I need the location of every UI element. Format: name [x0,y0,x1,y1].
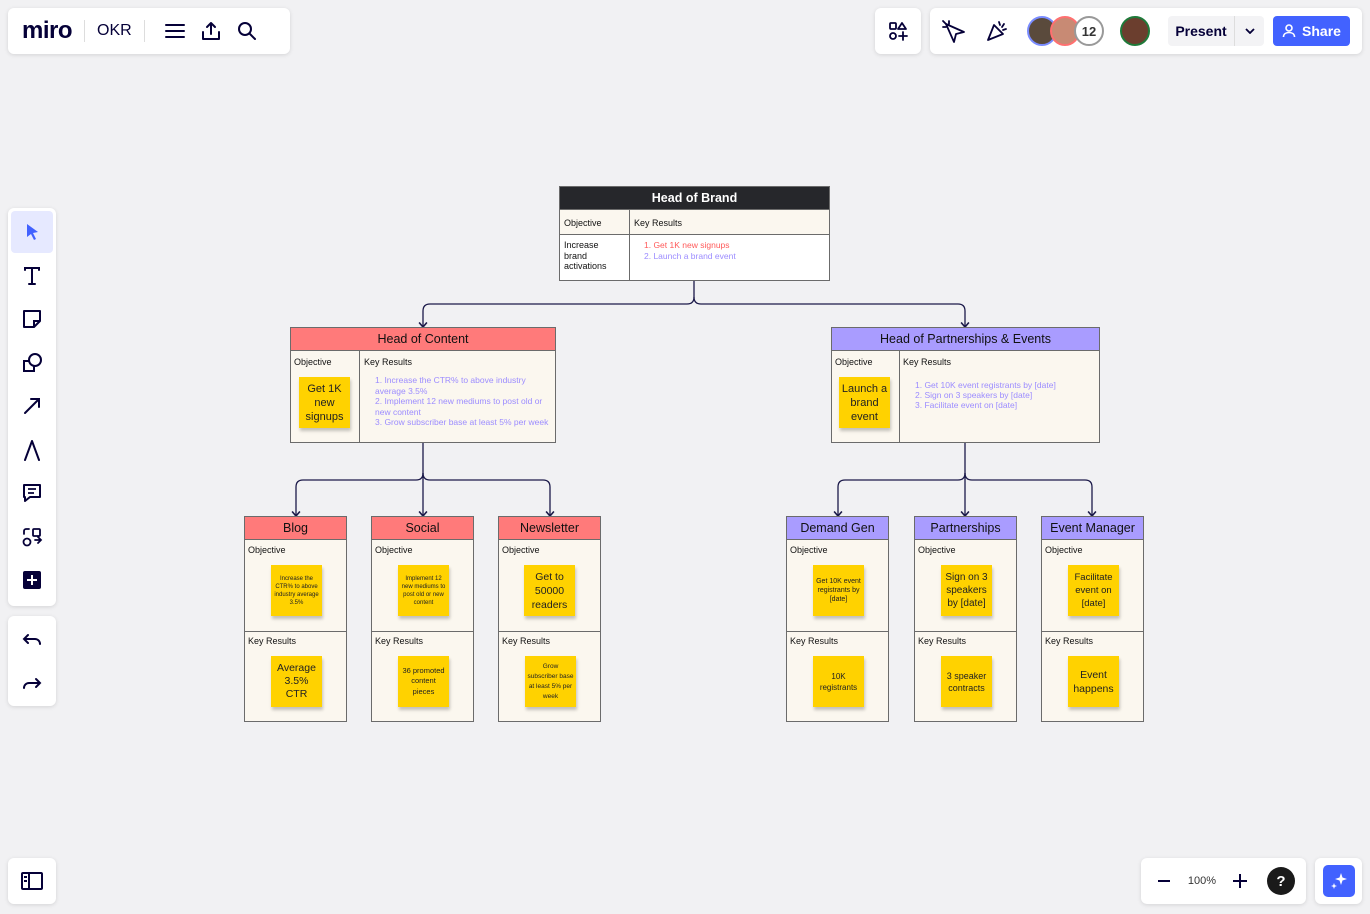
row-divider [1042,631,1143,632]
sticky-note[interactable]: Get to 50000 readers [524,565,575,616]
key-results-label: Key Results [790,636,839,646]
sticky-note[interactable]: Sign on 3 speakers by [date] [941,565,992,616]
key-result-item: 2. Implement 12 new mediums to post old … [375,396,543,417]
objective-header: Objective [564,218,602,228]
key-result-item: 2. Sign on 3 speakers by [date] [915,390,1033,400]
key-result-item: 1. Get 10K event registrants by [date] [915,380,1056,390]
objective-label: Objective [375,545,413,555]
sticky-note[interactable]: Implement 12 new mediums to post old or … [398,565,449,616]
okr-card-head-of-content[interactable]: Head of Content Objective Key Results Ge… [290,327,556,443]
sticky-note[interactable]: Get 10K event registrants by [date] [813,565,864,616]
objective-header: Objective [835,357,873,367]
sticky-note[interactable]: Grow subscriber base at least 5% per wee… [525,656,576,707]
key-results-label: Key Results [375,636,424,646]
card-title: Partnerships [915,517,1016,540]
objective-header: Objective [294,357,332,367]
sticky-note[interactable]: Launch a brand event [839,377,890,428]
objective-label: Objective [790,545,828,555]
okr-card-head-of-partnerships-events[interactable]: Head of Partnerships & Events Objective … [831,327,1100,443]
row-divider [787,631,888,632]
team-card-event-manager[interactable]: Event Manager Objective Facilitate event… [1041,516,1144,722]
card-title: Blog [245,517,346,540]
key-result-item: 3. Facilitate event on [date] [915,400,1018,410]
objective-label: Objective [248,545,286,555]
key-result-item: 1. Get 1K new signups [644,240,730,250]
card-title: Newsletter [499,517,600,540]
card-title: Social [372,517,473,540]
team-card-partnerships[interactable]: Partnerships Objective Sign on 3 speaker… [914,516,1017,722]
sticky-note[interactable]: 3 speaker contracts [941,656,992,707]
team-card-blog[interactable]: Blog Objective Increase the CTR% to abov… [244,516,347,722]
key-result-item: 1. Increase the CTR% to above industry a… [375,375,526,396]
connector-lines [291,281,1097,518]
sticky-note[interactable]: Average 3.5% CTR [271,656,322,707]
sticky-note[interactable]: 10K registrants [813,656,864,707]
key-results-label: Key Results [248,636,297,646]
key-results-label: Key Results [502,636,551,646]
key-result-item: 3. Grow subscriber base at least 5% per … [375,417,549,427]
column-divider [359,351,360,443]
card-title: Head of Partnerships & Events [832,328,1099,351]
key-results-header: Key Results [903,357,952,367]
sticky-note[interactable]: Get 1K new signups [299,377,350,428]
sticky-note[interactable]: Event happens [1068,656,1119,707]
objective-text: Increase brand activations [564,240,607,271]
key-results-header: Key Results [634,218,683,228]
objective-label: Objective [502,545,540,555]
card-title: Head of Brand [560,187,829,210]
card-title: Demand Gen [787,517,888,540]
column-divider [899,351,900,443]
card-title: Event Manager [1042,517,1143,540]
objective-label: Objective [1045,545,1083,555]
column-divider [629,210,630,281]
key-results-header: Key Results [364,357,413,367]
row-divider [915,631,1016,632]
objective-label: Objective [918,545,956,555]
card-title: Head of Content [291,328,555,351]
key-results-label: Key Results [918,636,967,646]
team-card-social[interactable]: Social Objective Implement 12 new medium… [371,516,474,722]
row-divider [499,631,600,632]
team-card-demand-gen[interactable]: Demand Gen Objective Get 10K event regis… [786,516,889,722]
row-divider [245,631,346,632]
sticky-note[interactable]: Facilitate event on [date] [1068,565,1119,616]
row-divider [372,631,473,632]
key-result-item: 2. Launch a brand event [644,251,736,261]
sticky-note[interactable]: Increase the CTR% to above industry aver… [271,565,322,616]
key-results-label: Key Results [1045,636,1094,646]
team-card-newsletter[interactable]: Newsletter Objective Get to 50000 reader… [498,516,601,722]
okr-card-head-of-brand[interactable]: Head of Brand Objective Key Results Incr… [559,186,830,281]
sticky-note[interactable]: 36 promoted content pieces [398,656,449,707]
